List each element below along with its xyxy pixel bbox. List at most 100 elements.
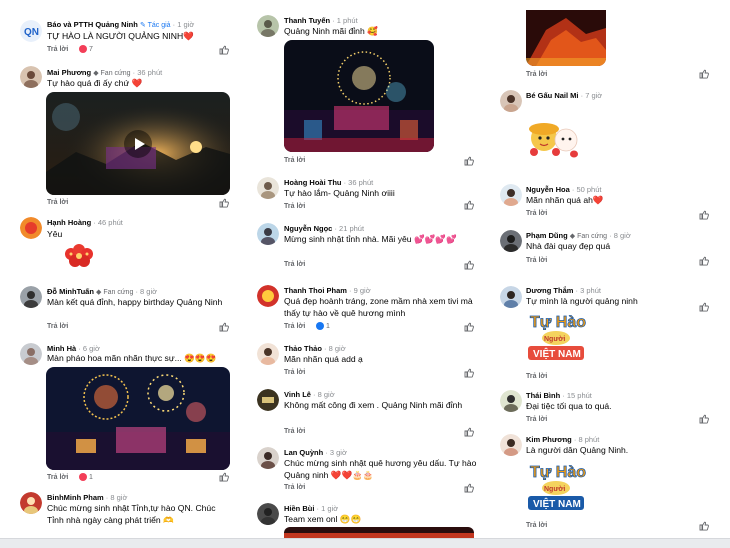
comment-time[interactable]: · 8 giờ (106, 493, 128, 502)
commenter-name[interactable]: Nguyễn Hoa (526, 185, 570, 194)
reply-button[interactable]: Trả lời (284, 203, 305, 210)
like-icon[interactable] (699, 521, 709, 531)
reply-button[interactable]: Trả lời (284, 484, 305, 491)
like-icon[interactable] (699, 414, 709, 424)
avatar[interactable] (257, 503, 279, 525)
comment-time[interactable]: · 3 giờ (325, 448, 347, 457)
commenter-name[interactable]: Thái Bình (526, 391, 560, 400)
avatar[interactable] (500, 434, 522, 456)
commenter-name[interactable]: Kim Phương (526, 435, 572, 444)
like-icon[interactable] (219, 45, 229, 55)
comment-time[interactable]: · 36 phút (344, 178, 374, 187)
avatar[interactable] (257, 15, 279, 37)
avatar[interactable]: QN (20, 20, 42, 42)
comment-image[interactable] (46, 367, 230, 470)
comment-time[interactable]: · 3 phút (576, 286, 601, 295)
avatar[interactable] (20, 66, 42, 88)
like-icon[interactable] (699, 69, 709, 79)
commenter-name[interactable]: Thảo Thảo (284, 344, 322, 353)
comment-image[interactable] (284, 40, 434, 152)
commenter-name[interactable]: Đỗ MinhTuấn (47, 287, 94, 296)
comment-time[interactable]: · 50 phút (572, 185, 602, 194)
proud-vietnam-sticker[interactable]: Tự Hào Người VIỆT NAM (526, 310, 587, 366)
commenter-name[interactable]: Dương Thắm (526, 286, 573, 295)
comment-time[interactable]: · 8 giờ (324, 344, 346, 353)
comment-video[interactable] (46, 92, 230, 195)
commenter-name[interactable]: Bé Gấu Nail Mi (526, 91, 579, 100)
reply-button[interactable]: Trả lời (284, 323, 305, 330)
avatar[interactable] (20, 343, 42, 365)
commenter-name[interactable]: Thanh Thoi Pham (284, 286, 347, 295)
commenter-name[interactable]: Hạnh Hoàng (47, 218, 91, 227)
reply-button[interactable]: Trả lời (526, 71, 547, 78)
avatar[interactable] (257, 343, 279, 365)
reaction-summary[interactable]: 7 (79, 45, 93, 53)
comment-time[interactable]: · 1 phút (332, 16, 357, 25)
avatar[interactable] (20, 286, 42, 308)
comment-time[interactable]: · 36 phút (133, 68, 163, 77)
like-icon[interactable] (464, 427, 474, 437)
comment-image[interactable] (526, 10, 606, 66)
like-icon[interactable] (219, 198, 229, 208)
commenter-name[interactable]: Báo và PTTH Quảng Ninh (47, 20, 138, 29)
reply-button[interactable]: Trả lời (284, 157, 305, 164)
avatar[interactable] (257, 223, 279, 245)
play-icon[interactable] (126, 132, 150, 156)
proud-vietnam-sticker[interactable]: Tự Hào Người VIỆT NAM (526, 460, 587, 516)
comment-time[interactable]: · 7 giờ (581, 91, 603, 100)
commenter-name[interactable]: Phạm Dũng (526, 231, 568, 240)
avatar[interactable] (500, 286, 522, 308)
like-icon[interactable] (464, 368, 474, 378)
like-icon[interactable] (699, 302, 709, 312)
avatar[interactable] (20, 492, 42, 514)
like-icon[interactable] (699, 256, 709, 266)
commenter-name[interactable]: Lan Quỳnh (284, 448, 323, 457)
reply-button[interactable]: Trả lời (526, 522, 547, 529)
avatar[interactable] (500, 90, 522, 112)
avatar[interactable] (500, 184, 522, 206)
reply-button[interactable]: Trả lời (284, 261, 305, 268)
comment-time[interactable]: · 6 giờ (78, 344, 100, 353)
reply-button[interactable]: Trả lời (526, 210, 547, 217)
comment-image[interactable] (284, 527, 474, 538)
like-icon[interactable] (464, 322, 474, 332)
comment-time[interactable]: · 8 giờ (313, 390, 335, 399)
comment-time[interactable]: · 15 phút (562, 391, 592, 400)
commenter-name[interactable]: Nguyễn Ngọc (284, 224, 332, 233)
cute-cats-sticker[interactable] (526, 116, 582, 160)
like-icon[interactable] (699, 210, 709, 220)
reply-button[interactable]: Trả lời (47, 474, 68, 481)
like-icon[interactable] (464, 483, 474, 493)
comment-time[interactable]: · 8 giờ (135, 287, 157, 296)
comment-time[interactable]: · 8 phút (574, 435, 599, 444)
like-icon[interactable] (219, 472, 229, 482)
avatar[interactable] (257, 389, 279, 411)
commenter-name[interactable]: Thanh Tuyến (284, 16, 330, 25)
reply-button[interactable]: Trả lời (526, 416, 547, 423)
comment-time[interactable]: · 1 giờ (173, 20, 195, 29)
reply-button[interactable]: Trả lời (47, 199, 68, 206)
comment-time[interactable]: · 21 phút (334, 224, 364, 233)
reply-button[interactable]: Trả lời (526, 257, 547, 264)
reply-button[interactable]: Trả lời (284, 369, 305, 376)
commenter-name[interactable]: Minh Hà (47, 344, 76, 353)
comment-time[interactable]: · 8 giờ (609, 231, 631, 240)
avatar[interactable] (500, 390, 522, 412)
reaction-summary[interactable]: 1 (316, 322, 330, 330)
avatar[interactable] (257, 285, 279, 307)
commenter-name[interactable]: BinhMinh Pham (47, 493, 104, 502)
avatar[interactable] (257, 177, 279, 199)
comment-time[interactable]: · 1 giờ (317, 504, 339, 513)
commenter-name[interactable]: Hiền Bùi (284, 504, 314, 513)
avatar[interactable] (500, 230, 522, 252)
reply-button[interactable]: Trả lời (284, 428, 305, 435)
reaction-summary[interactable]: 1 (79, 473, 93, 481)
commenter-name[interactable]: Mai Phương (47, 68, 91, 77)
flower-sticker[interactable] (62, 242, 96, 270)
reply-button[interactable]: Trả lời (526, 373, 547, 380)
reply-button[interactable]: Trả lời (47, 323, 68, 330)
avatar[interactable] (257, 447, 279, 469)
comment-time[interactable]: · 9 giờ (349, 286, 371, 295)
like-icon[interactable] (464, 260, 474, 270)
commenter-name[interactable]: Vinh Lê (284, 390, 311, 399)
